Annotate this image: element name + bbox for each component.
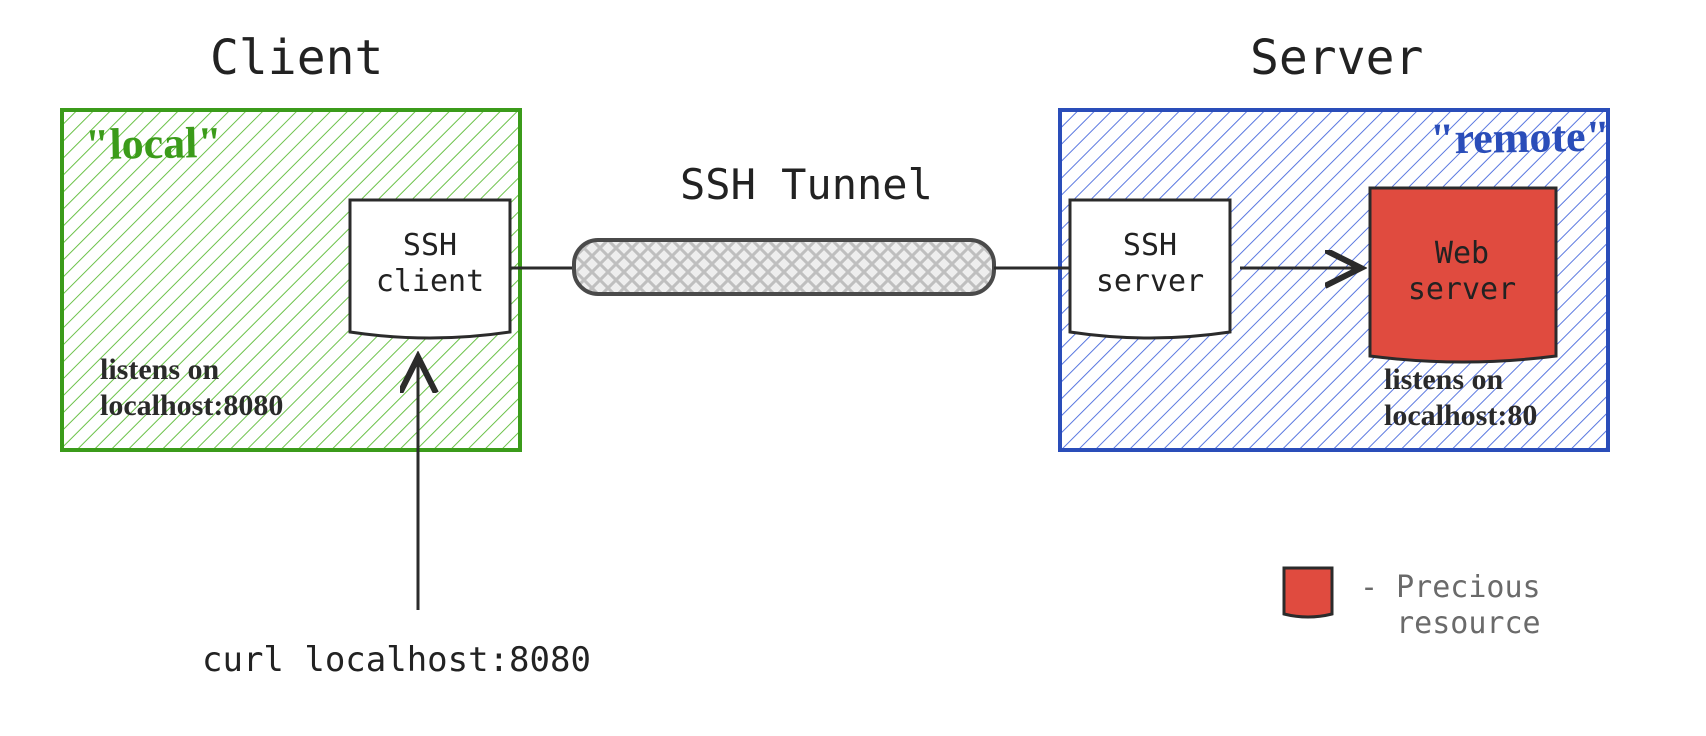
listens-local-annotation: listens on localhost:8080 bbox=[100, 352, 283, 424]
ssh-tunnel-pill bbox=[574, 240, 994, 294]
ssh-server-label: SSH server bbox=[1070, 228, 1230, 300]
legend-swatch-icon bbox=[1284, 568, 1332, 617]
remote-tag: "remote" bbox=[1430, 110, 1611, 164]
web-server-label: Web server bbox=[1382, 236, 1542, 308]
legend-precious-label: - Precious resource bbox=[1360, 570, 1541, 642]
diagram-stage: Client Server SSH Tunnel bbox=[0, 0, 1706, 736]
local-tag: "local" bbox=[85, 117, 223, 170]
ssh-client-label: SSH client bbox=[350, 228, 510, 300]
listens-remote-annotation: listens on localhost:80 bbox=[1384, 362, 1537, 434]
curl-command-label: curl localhost:8080 bbox=[202, 640, 591, 680]
